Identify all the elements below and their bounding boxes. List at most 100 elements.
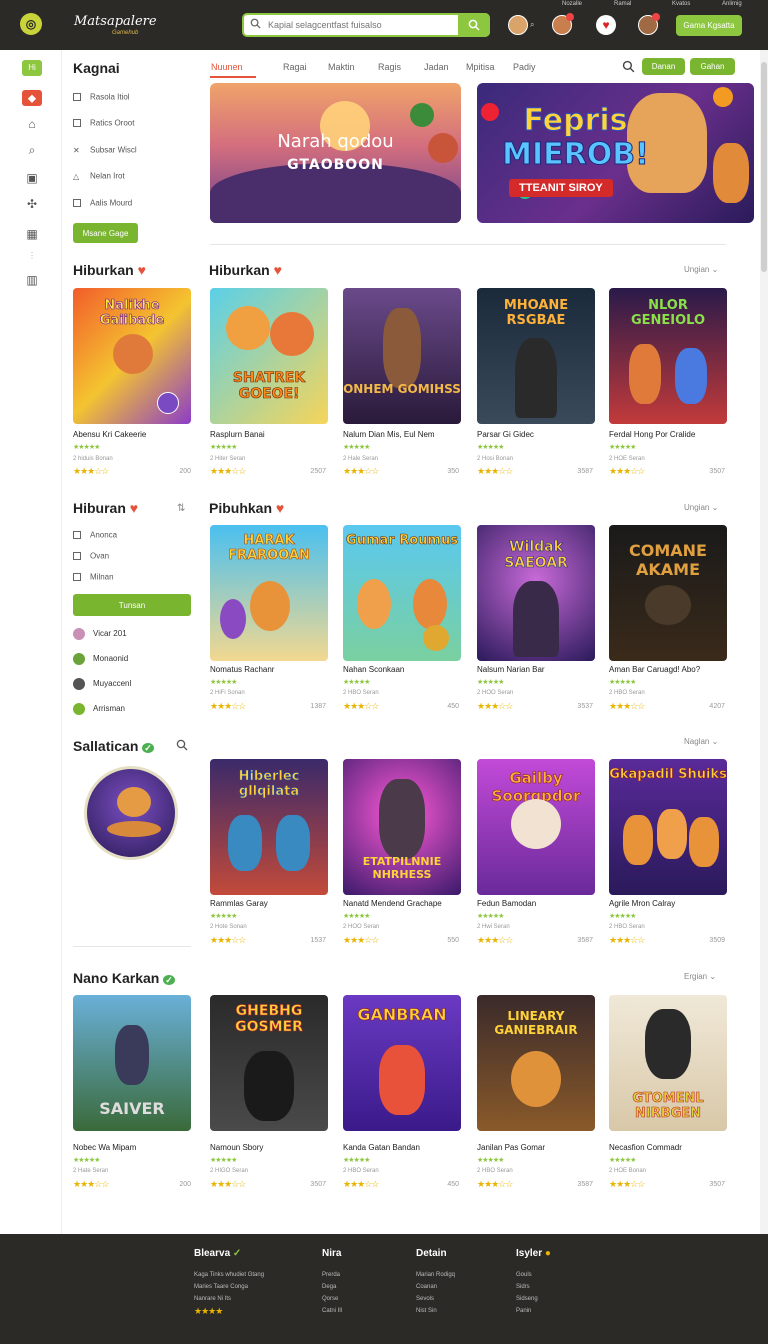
game-thumbnail[interactable]: LINEARY GANIEBRAIR [477,995,595,1131]
search-input[interactable] [268,17,458,33]
footer-link[interactable]: Sidrs [516,1284,530,1290]
search-icon[interactable] [176,738,188,756]
game-title[interactable]: Nobec Wa Mipam [73,1143,136,1152]
search-icon[interactable]: ⌕ [530,20,534,30]
filter-checkbox[interactable]: Ratics Oroot [73,118,134,127]
tab[interactable]: Ragis [378,62,401,72]
footer-link[interactable]: Dega [322,1284,336,1290]
user-item[interactable]: Vicar 201 [73,628,127,640]
banner-right[interactable]: Fepris MIEROB! TTEANIT SIROY [477,83,754,223]
banner-left[interactable]: Narah qodou GTAOBOON [210,83,461,223]
tab[interactable]: Maktin [328,62,355,72]
heart-icon[interactable]: ♥ [596,15,616,35]
game-title[interactable]: Necasfion Commadr [609,1143,682,1152]
game-thumbnail[interactable]: Gumar Roumus [343,525,461,661]
tab[interactable]: Nuunen [211,62,243,72]
filter-checkbox[interactable]: Ovan [73,551,109,560]
tab[interactable]: Padiy [513,62,536,72]
sort-icon[interactable]: ⇅ [177,503,185,514]
see-all-link[interactable]: Naglan ⌄ [684,737,718,746]
footer-link[interactable]: Nist Sin [416,1308,437,1314]
grid-icon[interactable]: ▦ [22,226,42,242]
top-strip-item[interactable]: Ramal [614,1,631,7]
filter-checkbox[interactable]: Rasola Itiol [73,92,130,101]
game-thumbnail[interactable]: NLOR GENEIOLO [609,288,727,424]
game-thumbnail[interactable]: Gkapadil Shuiks [609,759,727,895]
home-icon[interactable]: Hi [22,60,42,76]
filter-checkbox[interactable]: Anonca [73,530,117,539]
game-title[interactable]: Nomatus Rachanr [210,665,274,674]
footer-link[interactable]: Nanrare Ni Its [194,1296,231,1302]
game-title[interactable]: Agrile Mron Calray [609,899,675,908]
game-thumbnail[interactable]: SAIVER [73,995,191,1131]
puzzle-icon[interactable]: ✣ [22,196,42,212]
avatar[interactable] [508,15,528,35]
footer-link[interactable]: Kaga Tinks whudiet Gtang [194,1272,264,1278]
user-item[interactable]: Muyaccenl [73,678,131,690]
game-title[interactable]: Nalsum Narian Bar [477,665,545,674]
filter-checkbox[interactable]: Aalis Mourd [73,198,132,207]
game-title[interactable]: Parsar Gi Gidec [477,430,534,439]
game-thumbnail[interactable]: ETATPILNNIE NHRHESS [343,759,461,895]
logo-icon[interactable]: ◎ [20,13,42,35]
brand-name[interactable]: Matsapalere [74,14,157,29]
filter-checkbox[interactable]: ✕ Subsar Wiscl [73,145,137,155]
game-thumbnail[interactable]: MHOANE RSGBAE [477,288,595,424]
footer-link[interactable]: Gouls [516,1272,532,1278]
game-thumbnail[interactable]: HARAK FRAROOAN [210,525,328,661]
filter-checkbox[interactable]: △ Nelan Irot [73,171,125,181]
nav-button[interactable]: Gahan [690,58,735,75]
footer-link[interactable]: Qorse [322,1296,338,1302]
game-title[interactable]: Fedun Bamodan [477,899,536,908]
game-thumbnail[interactable]: GTOMENL NIRBGEN [609,995,727,1131]
game-thumbnail[interactable]: Nalikhe Gaiibade [73,288,191,424]
game-title[interactable]: Nalum Dian Mis, Eul Nem [343,430,435,439]
apply-filters-button[interactable]: Msane Gage [73,223,138,243]
footer-link[interactable]: Sevols [416,1296,434,1302]
top-strip-item[interactable]: Nozalle [562,1,582,7]
game-thumbnail[interactable]: Hiberlec gllqilata [210,759,328,895]
game-thumbnail[interactable]: ONHEM GOMIHSS [343,288,461,424]
game-title[interactable]: Kanda Gatan Bandan [343,1143,420,1152]
footer-link[interactable]: Marian Rodigq [416,1272,455,1278]
gamepad-icon[interactable]: ▣ [22,170,42,186]
game-thumbnail[interactable]: GANBRAN [343,995,461,1131]
tab[interactable]: Ragai [283,62,307,72]
see-all-link[interactable]: Ungian ⌄ [684,503,718,512]
footer-link[interactable]: Prerda [322,1272,340,1278]
footer-link[interactable]: Coanan [416,1284,437,1290]
filter-checkbox[interactable]: Milnan [73,572,114,581]
tag-icon[interactable]: ⬥ [22,90,42,106]
game-thumbnail[interactable]: Gailby Soorgpdor [477,759,595,895]
user-item[interactable]: Monaonid [73,653,128,665]
game-title[interactable]: Namoun Sbory [210,1143,263,1152]
tab[interactable]: Jadan [424,62,449,72]
footer-link[interactable]: Panin [516,1308,531,1314]
game-title[interactable]: Nahan Sconkaan [343,665,404,674]
building-icon[interactable]: ⌂ [22,116,42,132]
more-icon[interactable]: ⋮ [22,248,42,264]
cta-button[interactable]: Gama Kgsatta [676,15,742,36]
game-thumbnail[interactable]: SHATREK GOEOE! [210,288,328,424]
footer-link[interactable]: Catni Ill [322,1308,342,1314]
search-icon[interactable] [622,60,635,78]
search-icon[interactable]: ⌕ [22,142,42,158]
scrollbar-thumb[interactable] [761,62,767,272]
game-thumbnail[interactable]: GHEBHG GOSMER [210,995,328,1131]
see-all-link[interactable]: Ergian ⌄ [684,972,716,981]
top-strip-item[interactable]: Kvatos [672,1,690,7]
tab[interactable]: Mpitisa [466,62,495,72]
game-title[interactable]: Abensu Kri Cakeerie [73,430,146,439]
book-icon[interactable]: ▥ [22,272,42,288]
game-title[interactable]: Janilan Pas Gomar [477,1143,545,1152]
game-thumbnail[interactable]: COMANE AKAME [609,525,727,661]
game-title[interactable]: Aman Bar Caruagd! Abo? [609,665,700,674]
user-item[interactable]: Arrisman [73,703,125,715]
game-title[interactable]: Rammlas Garay [210,899,268,908]
footer-link[interactable]: Maries Taare Conga [194,1284,248,1290]
see-all-link[interactable]: Ungian ⌄ [684,265,718,274]
footer-link[interactable]: Sidseng [516,1296,538,1302]
apply-button[interactable]: Tunsan [73,594,191,616]
featured-avatar[interactable] [84,766,178,860]
game-title[interactable]: Nanatd Mendend Grachape [343,899,442,908]
